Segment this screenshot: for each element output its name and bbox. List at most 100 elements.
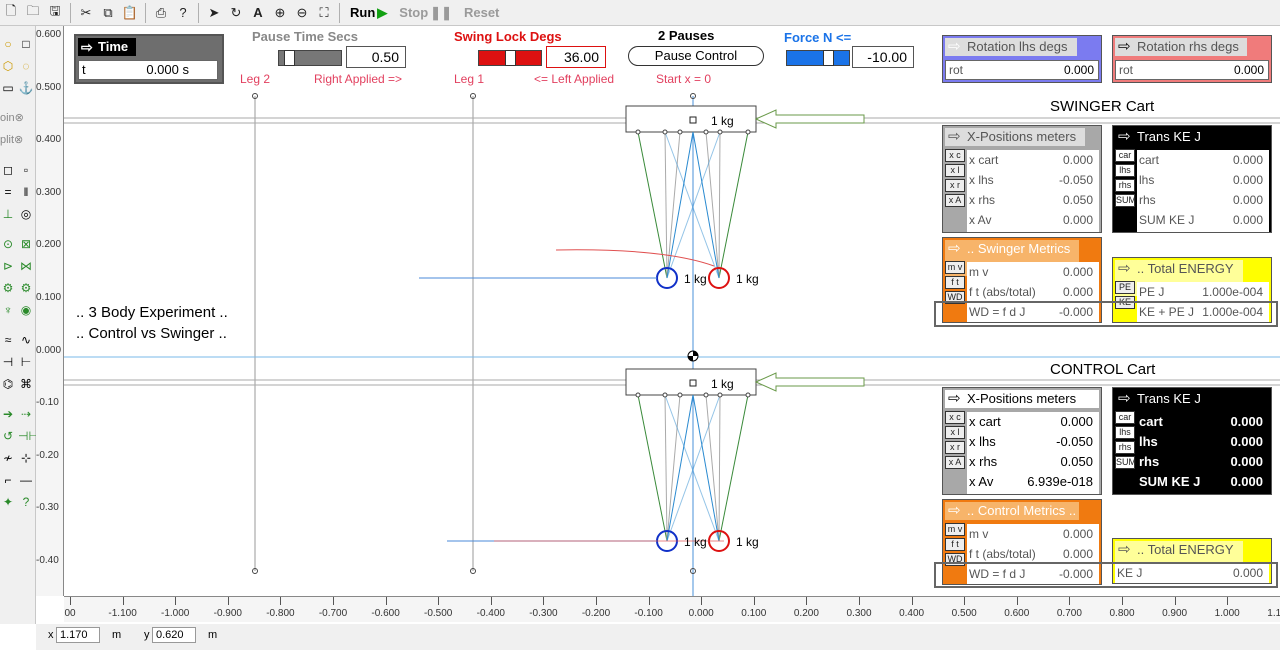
pause-control-button[interactable]: Pause Control (628, 46, 764, 66)
open-folder-icon[interactable]: 🗀 (22, 2, 44, 24)
slider-joint-icon[interactable]: ⊳ (0, 258, 16, 274)
zoom-fit-icon[interactable]: ⛶ (313, 2, 335, 24)
swing-lock-slider-thumb[interactable] (505, 50, 516, 66)
ring-tool-icon[interactable]: ◎ (18, 206, 34, 222)
swinger-xpos-tag-2: x r (945, 179, 965, 192)
point-tool-icon[interactable]: ◻ (0, 162, 16, 178)
query-tool-icon[interactable]: ? (18, 494, 34, 510)
rope-tool-icon[interactable]: ≈ (0, 332, 16, 348)
anchor-tool-icon[interactable]: ⚓ (18, 80, 34, 96)
flat-line-icon[interactable]: ⌐ (0, 472, 16, 488)
stop-label: Stop (399, 5, 429, 20)
paste-icon[interactable]: 📋 (119, 2, 141, 24)
x-ruler-tick (490, 597, 492, 605)
control-cart-mass-label: 1 kg (711, 377, 734, 391)
print-icon[interactable]: ⎙ (150, 2, 172, 24)
gear-tool-icon[interactable]: ♆ (0, 302, 16, 318)
swinger-rod-hinge (717, 129, 723, 135)
x-ruler-tick-label: -0.100 (634, 608, 663, 619)
x-ruler-tick (280, 597, 282, 605)
square-small-icon[interactable]: ▫ (18, 162, 34, 178)
run-button[interactable]: Run ▶ (344, 5, 393, 21)
control-ke-title-text: Trans KE J (1137, 391, 1201, 406)
rotation-lhs-widget[interactable]: Rotation lhs degs rot 0.000 (942, 35, 1102, 83)
force-arrow-icon[interactable]: ⇢ (18, 406, 34, 422)
wave-tool-icon[interactable]: ≁ (0, 450, 16, 466)
rotational-damper-icon[interactable]: ⌘ (18, 376, 34, 392)
force-slider-thumb[interactable] (823, 50, 834, 66)
left-applied-label: <= Left Applied (534, 72, 615, 86)
swinger-xpos-row: x lhs -0.050 (969, 173, 1093, 187)
spring-tool-icon[interactable]: ∿ (18, 332, 34, 348)
actuator-icon[interactable]: ⚙ (18, 280, 34, 296)
stop-button[interactable]: Stop ❚❚ (393, 5, 458, 21)
meter-tool-icon[interactable]: ✦ (0, 494, 16, 510)
motor-icon[interactable]: ⚙ (0, 280, 16, 296)
control-metrics-tag-0: m v (945, 523, 965, 536)
curve-tool-icon[interactable]: ◌ (18, 58, 34, 74)
separator-tool-icon[interactable]: ⊣⊢ (18, 428, 39, 444)
pointer-tool-icon[interactable]: ➤ (203, 2, 225, 24)
control-xpos-meter[interactable]: X-Positions meters x c x l x r x A x car… (942, 387, 1102, 495)
pause-time-slider-thumb[interactable] (284, 50, 295, 66)
swinger-ke-meter[interactable]: Trans KE J car lhs rhs SUM cart0.000 lhs… (1112, 125, 1272, 233)
rotation-lhs-label: rot (949, 63, 964, 77)
control-ke-tag-2: rhs (1115, 441, 1135, 454)
circle-tool-icon[interactable]: ○ (0, 36, 16, 52)
zoom-in-icon[interactable]: ⊕ (269, 2, 291, 24)
cross-tool-icon[interactable]: ⊹ (18, 450, 34, 466)
x-ruler-tick-label: 0.200 (793, 608, 819, 619)
force-slider[interactable] (786, 50, 850, 66)
torque-tool-icon[interactable]: ↺ (0, 428, 16, 444)
control-xpos-row: x cart 0.000 (969, 414, 1093, 429)
rotation-rhs-widget[interactable]: Rotation rhs degs rot 0.000 (1112, 35, 1272, 83)
control-cart-title: CONTROL Cart (1050, 361, 1156, 378)
help-icon[interactable]: ? (172, 2, 194, 24)
force-tool-icon[interactable]: ➔ (0, 406, 16, 422)
reset-button[interactable]: Reset (458, 5, 505, 20)
time-widget[interactable]: Time t 0.000 s (74, 34, 224, 84)
control-rod-hinge (703, 392, 709, 398)
leg2-label: Leg 2 (240, 72, 271, 86)
control-ke-meter[interactable]: Trans KE J car lhs rhs SUM cart0.000 lhs… (1112, 387, 1272, 495)
leg1-label: Leg 1 (454, 72, 485, 86)
damper-tool-icon[interactable]: ⊣ (0, 354, 16, 370)
text-tool-icon[interactable]: A (247, 2, 269, 24)
swing-lock-slider[interactable] (478, 50, 542, 66)
swinger-xpos-meter[interactable]: X-Positions meters x c x l x r x A x car… (942, 125, 1102, 233)
pin-joint-icon[interactable]: ⊙ (0, 236, 16, 252)
control-rod-hinge (635, 392, 641, 398)
swinger-ke-tag-2: rhs (1115, 179, 1135, 192)
polygon-tool-icon[interactable]: ⬡ (0, 58, 16, 74)
parallel-tool-icon[interactable]: ‖ (18, 184, 34, 200)
rod-tool-icon[interactable]: ⊢ (18, 354, 34, 370)
x-ruler-tick-label: -0.400 (476, 608, 505, 619)
join-tool[interactable]: oin⊗ (0, 110, 34, 126)
x-ruler-tick (70, 597, 71, 605)
pause-time-value[interactable]: 0.50 (346, 46, 406, 68)
rotation-rhs-title-text: Rotation rhs degs (1137, 39, 1239, 54)
pulley-tool-icon[interactable]: ◉ (18, 302, 34, 318)
rotate-tool-icon[interactable]: ↻ (225, 2, 247, 24)
box-tool-icon[interactable]: ▭ (0, 80, 16, 96)
slot-tool-icon[interactable]: ⊥ (0, 206, 16, 222)
split-tool[interactable]: plit⊗ (0, 132, 34, 148)
pause-time-slider[interactable] (278, 50, 342, 66)
dash-line-icon[interactable]: — (18, 472, 34, 488)
swing-lock-value[interactable]: 36.00 (546, 46, 606, 68)
force-value[interactable]: -10.00 (852, 46, 914, 68)
rotational-spring-icon[interactable]: ⌬ (0, 376, 16, 392)
copy-icon[interactable]: ⧉ (97, 2, 119, 24)
simulation-canvas[interactable]: Time t 0.000 s Pause Time Secs 0.50 Swin… (64, 26, 1280, 596)
zoom-out-icon[interactable]: ⊖ (291, 2, 313, 24)
control-xpos-tag-2: x r (945, 441, 965, 454)
rigid-joint-icon[interactable]: ⊠ (18, 236, 34, 252)
track-joint-icon[interactable]: ⋈ (18, 258, 34, 274)
save-icon[interactable]: 🖫 (44, 2, 66, 24)
square-tool-icon[interactable]: □ (18, 36, 34, 52)
cut-icon[interactable]: ✂ (75, 2, 97, 24)
force-title: Force N <= (784, 30, 852, 45)
swinger-xpos-title: X-Positions meters (945, 128, 1085, 146)
line-tool-icon[interactable]: = (0, 184, 16, 200)
new-file-icon[interactable]: 🗋 (0, 2, 22, 24)
